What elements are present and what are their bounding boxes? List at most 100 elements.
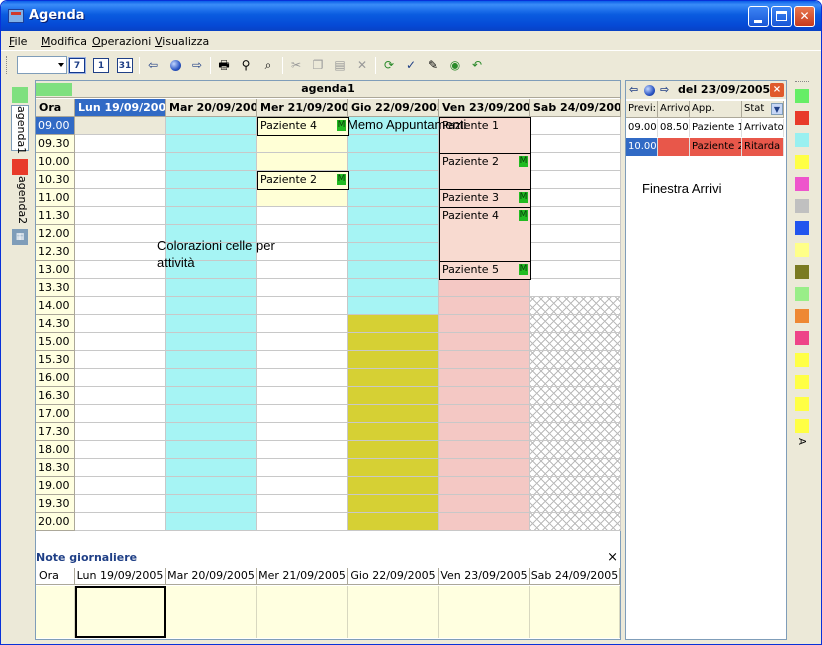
time-slot[interactable]	[257, 315, 348, 333]
activity-color-swatch[interactable]	[795, 243, 809, 257]
day-header[interactable]: Mer 21/09/2005	[257, 99, 348, 117]
time-slot[interactable]	[439, 477, 530, 495]
time-slot[interactable]	[75, 315, 166, 333]
time-slot[interactable]	[166, 189, 257, 207]
time-slot[interactable]	[348, 477, 439, 495]
arrivals-cell[interactable]: Paziente 2	[690, 138, 742, 156]
time-slot[interactable]	[166, 423, 257, 441]
time-slot[interactable]	[257, 423, 348, 441]
time-slot[interactable]	[530, 117, 621, 135]
time-slot[interactable]	[348, 189, 439, 207]
tab-agenda1[interactable]: agenda1	[11, 105, 29, 154]
time-slot[interactable]	[257, 495, 348, 513]
view-combo[interactable]	[17, 56, 67, 74]
time-slot[interactable]	[439, 513, 530, 531]
time-slot[interactable]	[166, 441, 257, 459]
time-slot[interactable]	[530, 513, 621, 531]
time-slot[interactable]	[348, 351, 439, 369]
time-slot[interactable]	[166, 495, 257, 513]
time-slot[interactable]	[530, 279, 621, 297]
undo-icon[interactable]: ↶	[468, 56, 486, 74]
time-slot[interactable]	[166, 333, 257, 351]
note-cell[interactable]	[348, 586, 439, 638]
time-slot[interactable]	[348, 315, 439, 333]
time-slot[interactable]	[348, 495, 439, 513]
time-slot[interactable]	[166, 477, 257, 495]
time-slot[interactable]	[257, 513, 348, 531]
time-slot[interactable]	[439, 495, 530, 513]
time-slot[interactable]	[348, 387, 439, 405]
time-slot[interactable]	[439, 405, 530, 423]
week-view-button[interactable]: 7	[69, 58, 85, 73]
arrivals-cell[interactable]	[658, 138, 690, 156]
arrivals-cell[interactable]: Arrivato	[742, 119, 784, 137]
time-slot[interactable]	[75, 495, 166, 513]
today-orb-icon[interactable]	[166, 56, 184, 74]
print-icon[interactable]: 🖶	[215, 56, 233, 74]
day-header[interactable]: Sab 24/09/2005	[530, 99, 621, 117]
time-slot[interactable]	[348, 405, 439, 423]
time-slot[interactable]	[439, 459, 530, 477]
time-slot[interactable]	[530, 333, 621, 351]
delete-icon[interactable]: ✕	[353, 56, 371, 74]
time-slot[interactable]	[257, 333, 348, 351]
time-slot[interactable]	[530, 423, 621, 441]
time-slot[interactable]	[166, 405, 257, 423]
time-slot[interactable]	[257, 405, 348, 423]
time-slot[interactable]	[530, 243, 621, 261]
find-next-icon[interactable]: ⚲	[237, 56, 255, 74]
arrivals-column-header[interactable]: Previ:	[626, 101, 658, 118]
time-slot[interactable]	[257, 279, 348, 297]
day-header[interactable]: Gio 22/09/2005	[348, 99, 439, 117]
time-slot[interactable]	[166, 459, 257, 477]
calendar-list-icon[interactable]: ▦	[12, 229, 28, 245]
time-slot[interactable]	[257, 207, 348, 225]
memo-tag[interactable]: M	[519, 192, 528, 203]
time-slot[interactable]	[166, 207, 257, 225]
time-slot[interactable]	[75, 279, 166, 297]
menu-visualizza[interactable]: Visualizza	[155, 35, 209, 48]
notes-close-button[interactable]: ×	[607, 550, 618, 565]
activity-color-swatch[interactable]	[795, 397, 809, 411]
time-slot[interactable]	[75, 369, 166, 387]
back-arrow-icon[interactable]: ⇦	[144, 56, 162, 74]
paste-icon[interactable]: ▤	[331, 56, 349, 74]
day-header[interactable]: Mar 20/09/2005	[166, 99, 257, 117]
close-button[interactable]: ✕	[794, 6, 815, 27]
menu-modifica[interactable]: Modifica	[41, 35, 87, 48]
find-icon[interactable]: ⌕	[259, 56, 277, 74]
time-slot[interactable]	[348, 261, 439, 279]
time-slot[interactable]	[530, 297, 621, 315]
time-slot[interactable]	[348, 459, 439, 477]
time-slot[interactable]	[348, 441, 439, 459]
time-slot[interactable]	[75, 243, 166, 261]
time-slot[interactable]	[257, 351, 348, 369]
arrivals-cell[interactable]: 10.00	[626, 138, 658, 156]
day-header[interactable]: Lun 19/09/2005	[75, 99, 166, 117]
activity-color-swatch[interactable]	[795, 419, 809, 433]
time-slot[interactable]	[530, 189, 621, 207]
memo-tag[interactable]: M	[519, 210, 528, 221]
arrivals-cell[interactable]: 09.00	[626, 119, 658, 137]
arrivals-cell[interactable]: Paziente 1	[690, 119, 742, 137]
today-orb-icon[interactable]	[644, 81, 655, 99]
time-slot[interactable]	[348, 243, 439, 261]
activity-color-swatch[interactable]	[795, 265, 809, 279]
activity-color-swatch[interactable]	[795, 331, 809, 345]
time-slot[interactable]	[530, 477, 621, 495]
time-slot[interactable]	[439, 315, 530, 333]
tab-agenda2[interactable]: agenda2	[11, 175, 29, 225]
time-slot[interactable]	[348, 207, 439, 225]
time-slot[interactable]	[439, 333, 530, 351]
time-slot[interactable]	[530, 225, 621, 243]
time-slot[interactable]	[166, 297, 257, 315]
forward-arrow-icon[interactable]: ⇨	[660, 81, 669, 99]
time-slot[interactable]	[257, 153, 348, 171]
time-slot[interactable]	[530, 441, 621, 459]
time-slot[interactable]	[257, 477, 348, 495]
note-cell[interactable]	[75, 586, 166, 638]
time-slot[interactable]	[75, 153, 166, 171]
time-slot[interactable]	[75, 171, 166, 189]
arrivals-column-header[interactable]: App.	[690, 101, 742, 118]
time-slot[interactable]	[348, 423, 439, 441]
